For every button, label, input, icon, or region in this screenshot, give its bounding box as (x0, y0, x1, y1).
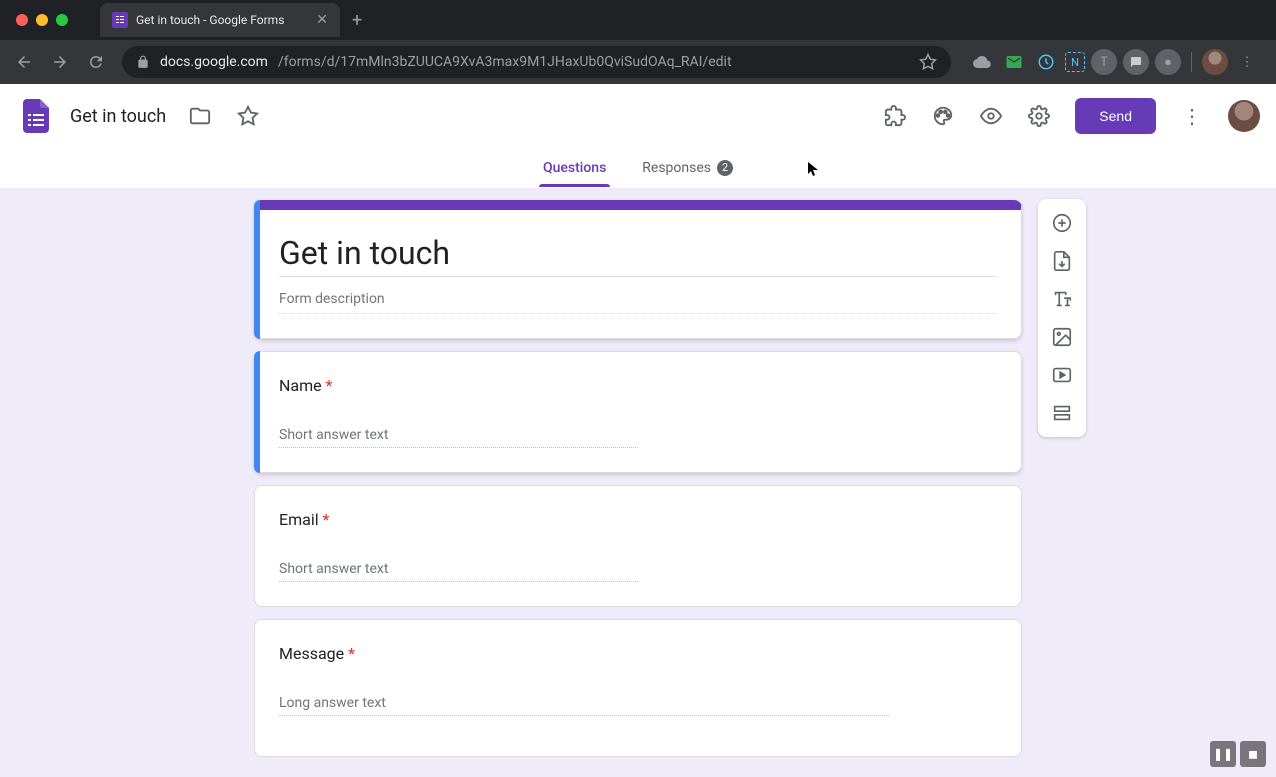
tab-responses[interactable]: Responses 2 (638, 150, 737, 186)
addons-icon[interactable] (875, 96, 915, 136)
extension-icon[interactable] (1033, 49, 1059, 75)
more-icon[interactable]: ⋮ (1172, 96, 1212, 136)
window-minimize-button[interactable] (36, 14, 48, 26)
recording-widget: ❚❚ ◼ (1210, 741, 1266, 767)
question-title: Message * (279, 644, 997, 663)
stop-icon[interactable]: ◼ (1240, 741, 1266, 767)
form-title-input[interactable] (279, 230, 997, 276)
url-domain: docs.google.com (160, 54, 268, 70)
browser-chrome: Get in touch - Google Forms ✕ + docs.goo… (0, 0, 1276, 84)
divider (1191, 52, 1192, 72)
window-controls (8, 14, 76, 26)
required-star-icon: * (326, 376, 333, 395)
window-maximize-button[interactable] (56, 14, 68, 26)
add-title-button[interactable] (1044, 281, 1080, 317)
required-star-icon: * (323, 510, 330, 529)
window-close-button[interactable] (16, 14, 28, 26)
app-header: Get in touch Send ⋮ (0, 84, 1276, 148)
extension-icon[interactable]: ● (1155, 49, 1181, 75)
question-title: Email * (279, 510, 997, 529)
tab-title: Get in touch - Google Forms (136, 13, 284, 27)
tabs-row: Questions Responses 2 (0, 148, 1276, 188)
add-question-button[interactable] (1044, 205, 1080, 241)
answer-placeholder: Long answer text (279, 691, 889, 716)
answer-placeholder: Short answer text (279, 423, 638, 448)
bookmark-star-icon[interactable] (919, 53, 937, 71)
browser-tab[interactable]: Get in touch - Google Forms ✕ (100, 3, 340, 37)
settings-icon[interactable] (1019, 96, 1059, 136)
doc-title[interactable]: Get in touch (64, 104, 172, 129)
responses-count-badge: 2 (717, 160, 733, 176)
forward-button[interactable] (44, 46, 76, 78)
question-title: Name * (279, 376, 997, 395)
question-card[interactable]: Email * Short answer text (254, 485, 1022, 607)
lock-icon (136, 55, 150, 69)
move-folder-icon[interactable] (180, 96, 220, 136)
palette-icon[interactable] (923, 96, 963, 136)
address-bar: docs.google.com/forms/d/17mMln3bZUUCA9Xv… (0, 40, 1276, 84)
browser-menu-icon[interactable]: ⋮ (1234, 49, 1260, 75)
add-video-button[interactable] (1044, 357, 1080, 393)
extension-icon[interactable] (1001, 49, 1027, 75)
add-section-button[interactable] (1044, 395, 1080, 431)
form-description-input[interactable] (279, 285, 997, 314)
back-button[interactable] (8, 46, 40, 78)
star-icon[interactable] (228, 96, 268, 136)
question-card[interactable]: Message * Long answer text (254, 619, 1022, 757)
add-image-button[interactable] (1044, 319, 1080, 355)
extension-icon[interactable] (969, 49, 995, 75)
form-header-card[interactable] (254, 200, 1022, 339)
tab-strip: Get in touch - Google Forms ✕ + (0, 0, 1276, 40)
extension-icons: N T ● ⋮ (961, 49, 1268, 75)
floating-toolbar (1038, 199, 1086, 437)
browser-profile-avatar[interactable] (1202, 49, 1228, 75)
account-avatar[interactable] (1228, 100, 1260, 132)
url-path: /forms/d/17mMln3bZUUCA9XvA3max9M1JHaxUb0… (278, 54, 732, 70)
new-tab-button[interactable]: + (352, 10, 362, 31)
forms-logo-icon[interactable] (16, 96, 56, 136)
preview-icon[interactable] (971, 96, 1011, 136)
extension-icon[interactable]: N (1065, 52, 1085, 72)
tab-questions[interactable]: Questions (539, 150, 610, 186)
reload-button[interactable] (80, 46, 112, 78)
extension-icon[interactable]: T (1091, 49, 1117, 75)
url-field[interactable]: docs.google.com/forms/d/17mMln3bZUUCA9Xv… (122, 46, 951, 78)
extension-icon[interactable] (1123, 49, 1149, 75)
tab-close-icon[interactable]: ✕ (316, 12, 328, 28)
required-star-icon: * (348, 644, 355, 663)
pause-icon[interactable]: ❚❚ (1210, 741, 1236, 767)
forms-favicon-icon (112, 12, 128, 28)
send-button[interactable]: Send (1075, 98, 1156, 134)
import-questions-button[interactable] (1044, 243, 1080, 279)
question-card[interactable]: Name * Short answer text (254, 351, 1022, 473)
answer-placeholder: Short answer text (279, 557, 638, 582)
